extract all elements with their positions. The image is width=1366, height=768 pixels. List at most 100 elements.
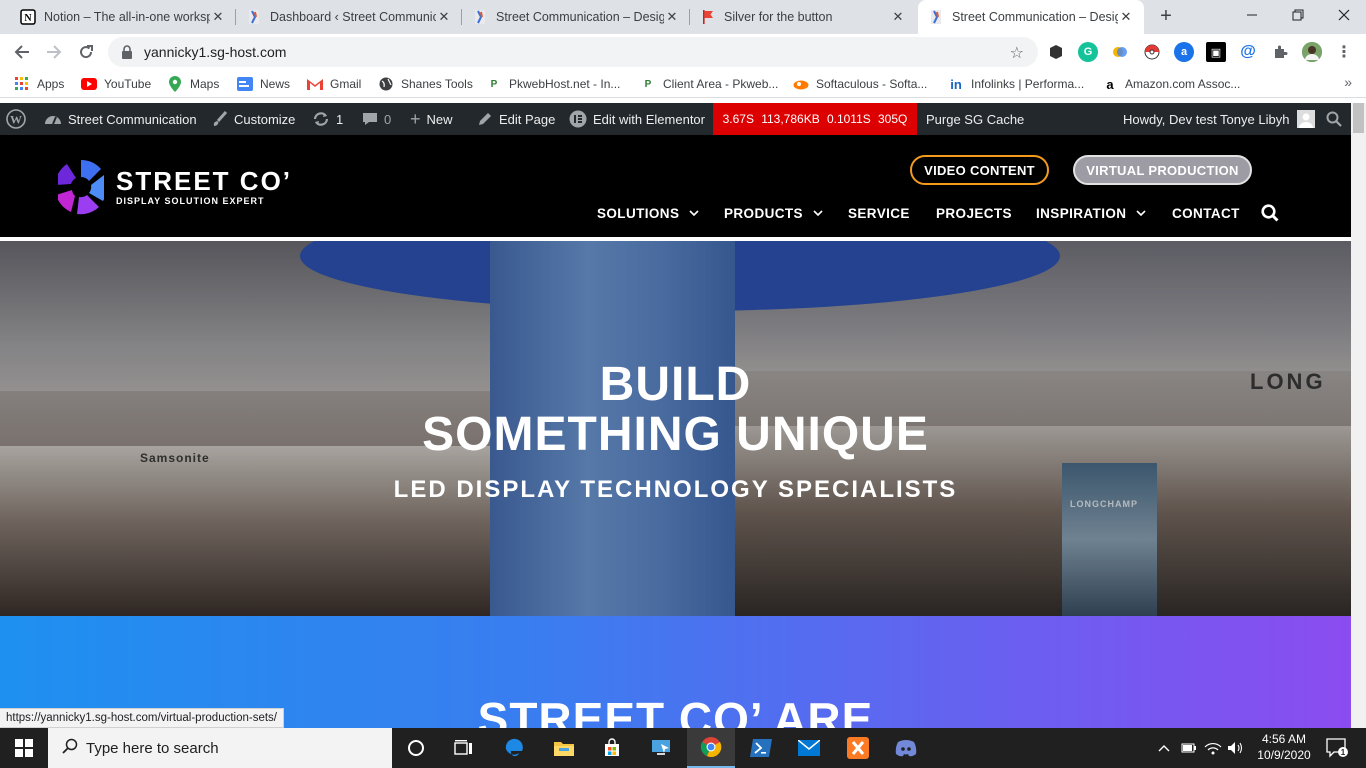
new-tab-button[interactable]: + [1155, 5, 1177, 27]
bookmark-apps[interactable]: Apps [14, 76, 64, 92]
site-search-icon[interactable] [1261, 203, 1279, 223]
elementor-label: Edit with Elementor [593, 111, 705, 127]
browser-menu-icon[interactable]: ⋮ [1334, 42, 1354, 62]
nav-item-service[interactable]: SERVICE [848, 203, 910, 223]
bookmarks-overflow-icon[interactable]: » [1344, 74, 1352, 90]
bookmark-amazon[interactable]: a Amazon.com Assoc... [1102, 76, 1240, 92]
edge-browser-icon[interactable] [490, 728, 538, 768]
browser-tab-design-active[interactable]: Street Communication – Design ✕ [918, 0, 1144, 34]
new-label: New [426, 111, 453, 127]
browser-toolbar: yannicky1.sg-host.com ☆ G a ▣ @ ⋮ [0, 34, 1366, 70]
bookmark-client-area[interactable]: P Client Area - Pkweb... [640, 76, 779, 92]
notion-icon: N [20, 9, 36, 25]
cortana-icon[interactable] [392, 728, 440, 768]
bookmark-star-icon[interactable]: ☆ [1010, 43, 1024, 63]
bookmark-news[interactable]: News [237, 76, 290, 92]
adminbar-purge-cache[interactable]: Purge SG Cache [926, 103, 1024, 135]
grammarly-icon[interactable]: G [1078, 42, 1098, 62]
close-icon[interactable]: ✕ [664, 9, 680, 25]
bookmark-softaculous[interactable]: Softaculous - Softa... [793, 76, 927, 92]
reload-button[interactable] [74, 40, 98, 64]
svg-text:W: W [10, 113, 22, 127]
adminbar-my-account[interactable]: Howdy, Dev test Tonye Libyh [1123, 103, 1316, 135]
apps-grid-icon [14, 76, 30, 92]
minimize-button[interactable] [1229, 0, 1275, 30]
forward-button[interactable] [42, 40, 66, 64]
taskbar-clock[interactable]: 4:56 AM 10/9/2020 [1253, 731, 1315, 763]
browser-tab-dashboard[interactable]: Dashboard ‹ Street Communication ✕ [236, 0, 462, 34]
remote-desktop-icon[interactable] [638, 728, 686, 768]
wordpress-logo-icon[interactable]: W [6, 103, 26, 135]
tray-overflow-icon[interactable] [1156, 728, 1172, 768]
close-icon[interactable]: ✕ [436, 9, 452, 25]
powershell-icon[interactable] [737, 728, 785, 768]
adminbar-new[interactable]: + New [410, 103, 453, 135]
bookmark-pkwebhost[interactable]: P PkwebHost.net - In... [486, 76, 621, 92]
pkweb-icon: P [490, 78, 498, 90]
address-bar[interactable]: yannicky1.sg-host.com ☆ [108, 37, 1038, 67]
maximize-button[interactable] [1275, 0, 1321, 30]
nav-item-projects[interactable]: PROJECTS [936, 203, 1012, 223]
adminbar-elementor[interactable]: Edit with Elementor [569, 103, 705, 135]
clock-time: 4:56 AM [1261, 732, 1307, 746]
nav-label: CONTACT [1172, 205, 1240, 221]
battery-icon[interactable] [1180, 728, 1198, 768]
logo-swirl-icon [58, 160, 104, 215]
volume-icon[interactable] [1227, 728, 1245, 768]
a-extension-icon[interactable]: a [1174, 42, 1194, 62]
color-extension-icon[interactable] [1110, 42, 1130, 62]
nav-item-products[interactable]: PRODUCTS [724, 203, 823, 223]
close-icon[interactable]: ✕ [890, 9, 906, 25]
back-button[interactable] [10, 40, 34, 64]
nav-label: SERVICE [848, 205, 910, 221]
browser-tab-design-1[interactable]: Street Communication – Design ✕ [462, 0, 690, 34]
url-text: yannicky1.sg-host.com [144, 44, 287, 60]
nav-item-solutions[interactable]: SOLUTIONS [597, 203, 699, 223]
bookmark-shanes-tools[interactable]: Shanes Tools [378, 76, 473, 92]
page-scrollbar[interactable] [1351, 103, 1366, 728]
profile-avatar[interactable] [1302, 42, 1322, 62]
discord-icon[interactable] [882, 728, 930, 768]
taskbar-search-box[interactable]: Type here to search [48, 728, 392, 768]
query-monitor-stats[interactable]: 3.67S 113,786KB 0.1011S 305Q [713, 103, 917, 135]
bookmark-infolinks[interactable]: in Infolinks | Performa... [948, 76, 1084, 92]
chrome-taskbar-icon[interactable] [687, 728, 735, 768]
adminbar-comments[interactable]: 0 [362, 103, 391, 135]
pokeball-icon[interactable] [1142, 42, 1162, 62]
close-window-button[interactable] [1321, 0, 1366, 30]
extension-cube-icon[interactable] [1046, 42, 1066, 62]
nav-item-inspiration[interactable]: INSPIRATION [1036, 203, 1146, 223]
extensions-puzzle-icon[interactable] [1270, 42, 1290, 62]
microsoft-store-icon[interactable] [588, 728, 636, 768]
mail-icon[interactable] [785, 728, 833, 768]
scrollbar-thumb[interactable] [1353, 103, 1364, 133]
close-icon[interactable]: ✕ [210, 9, 226, 25]
bookmark-gmail[interactable]: Gmail [307, 76, 361, 92]
bookmark-label: Apps [37, 77, 65, 91]
adminbar-search-icon[interactable] [1326, 103, 1342, 135]
windows-start-button[interactable] [0, 728, 48, 768]
bookmark-maps[interactable]: Maps [167, 76, 219, 92]
at-sign-icon[interactable]: @ [1238, 42, 1258, 62]
close-icon[interactable]: ✕ [1118, 9, 1134, 25]
news-icon [237, 76, 253, 92]
virtual-production-button[interactable]: VIRTUAL PRODUCTION [1073, 155, 1252, 185]
browser-tab-notion[interactable]: N Notion – The all-in-one workspace ✕ [10, 0, 236, 34]
adminbar-edit-page[interactable]: Edit Page [477, 103, 555, 135]
file-explorer-icon[interactable] [540, 728, 588, 768]
nav-item-contact[interactable]: CONTACT [1172, 203, 1240, 223]
adminbar-customize[interactable]: Customize [212, 103, 295, 135]
adminbar-site-name[interactable]: Street Communication [44, 103, 197, 135]
task-view-icon[interactable] [440, 728, 488, 768]
wifi-icon[interactable] [1204, 728, 1222, 768]
contact-card-icon[interactable]: ▣ [1206, 42, 1226, 62]
bookmark-youtube[interactable]: YouTube [81, 76, 151, 92]
video-content-button[interactable]: VIDEO CONTENT [910, 155, 1049, 185]
browser-tab-silver[interactable]: Silver for the button ✕ [690, 0, 916, 34]
updates-refresh-icon [312, 111, 330, 127]
action-center-button[interactable]: 1 [1320, 728, 1354, 768]
xampp-icon[interactable] [834, 728, 882, 768]
status-bar-url: https://yannicky1.sg-host.com/virtual-pr… [0, 708, 285, 728]
site-logo[interactable]: STREET CO’ DISPLAY SOLUTION EXPERT [58, 157, 292, 217]
adminbar-updates[interactable]: 1 [312, 103, 343, 135]
